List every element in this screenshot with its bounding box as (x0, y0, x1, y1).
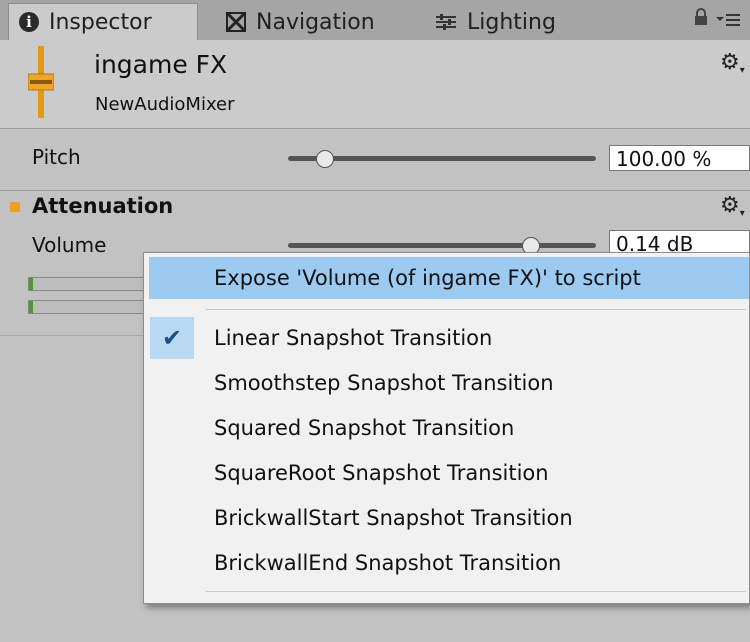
tab-navigation[interactable]: Navigation (216, 4, 375, 40)
header-settings-gear-icon[interactable]: ⚙▾ (720, 50, 745, 76)
pitch-slider-knob[interactable] (316, 150, 334, 168)
menu-item-linear-transition[interactable]: ✔ Linear Snapshot Transition (144, 317, 749, 359)
pitch-value-field[interactable]: 100.00 % (609, 145, 750, 171)
menu-item-expose-volume[interactable]: Expose 'Volume (of ingame FX)' to script (149, 257, 749, 299)
object-title: ingame FX (94, 50, 228, 79)
tab-navigation-label: Navigation (256, 9, 375, 35)
menu-item-label: Expose 'Volume (of ingame FX)' to script (214, 266, 641, 290)
menu-item-label: Squared Snapshot Transition (214, 416, 515, 440)
navigation-icon (226, 12, 246, 32)
tab-lighting[interactable]: Lighting (425, 4, 556, 40)
tab-menu-icon[interactable] (716, 10, 740, 34)
menu-item-label: SquareRoot Snapshot Transition (214, 461, 549, 485)
menu-item-squareroot-transition[interactable]: SquareRoot Snapshot Transition (144, 452, 749, 494)
pitch-label: Pitch (32, 145, 81, 169)
checkmark-icon: ✔ (150, 317, 194, 359)
menu-item-squared-transition[interactable]: Squared Snapshot Transition (144, 407, 749, 449)
object-subtitle: NewAudioMixer (95, 94, 235, 115)
tab-inspector-label: Inspector (49, 9, 152, 35)
lighting-icon (435, 12, 457, 32)
level-meter-right (28, 300, 148, 314)
volume-slider-track[interactable] (288, 243, 596, 248)
section-marker (10, 202, 20, 212)
level-meter-left (28, 277, 148, 291)
volume-label: Volume (32, 233, 107, 257)
attenuation-settings-gear-icon[interactable]: ⚙▾ (720, 193, 745, 219)
menu-item-brickwallend-transition[interactable]: BrickwallEnd Snapshot Transition (144, 542, 749, 584)
lock-icon[interactable] (694, 8, 708, 31)
menu-item-label: BrickwallStart Snapshot Transition (214, 506, 573, 530)
info-icon: i (19, 12, 39, 32)
audio-mixer-fader-icon (27, 46, 55, 118)
tab-lighting-label: Lighting (467, 9, 556, 35)
menu-item-label: BrickwallEnd Snapshot Transition (214, 551, 562, 575)
menu-separator (206, 309, 746, 310)
menu-separator (206, 591, 746, 592)
menu-item-label: Linear Snapshot Transition (214, 326, 493, 350)
tab-inspector[interactable]: i Inspector (8, 3, 198, 40)
attenuation-title[interactable]: Attenuation (32, 194, 173, 218)
menu-item-smoothstep-transition[interactable]: Smoothstep Snapshot Transition (144, 362, 749, 404)
menu-item-brickwallstart-transition[interactable]: BrickwallStart Snapshot Transition (144, 497, 749, 539)
pitch-slider-track[interactable] (288, 156, 596, 161)
menu-item-label: Smoothstep Snapshot Transition (214, 371, 554, 395)
tab-bar: i Inspector Navigation Lighting (0, 0, 750, 40)
context-menu: Expose 'Volume (of ingame FX)' to script… (143, 252, 750, 604)
